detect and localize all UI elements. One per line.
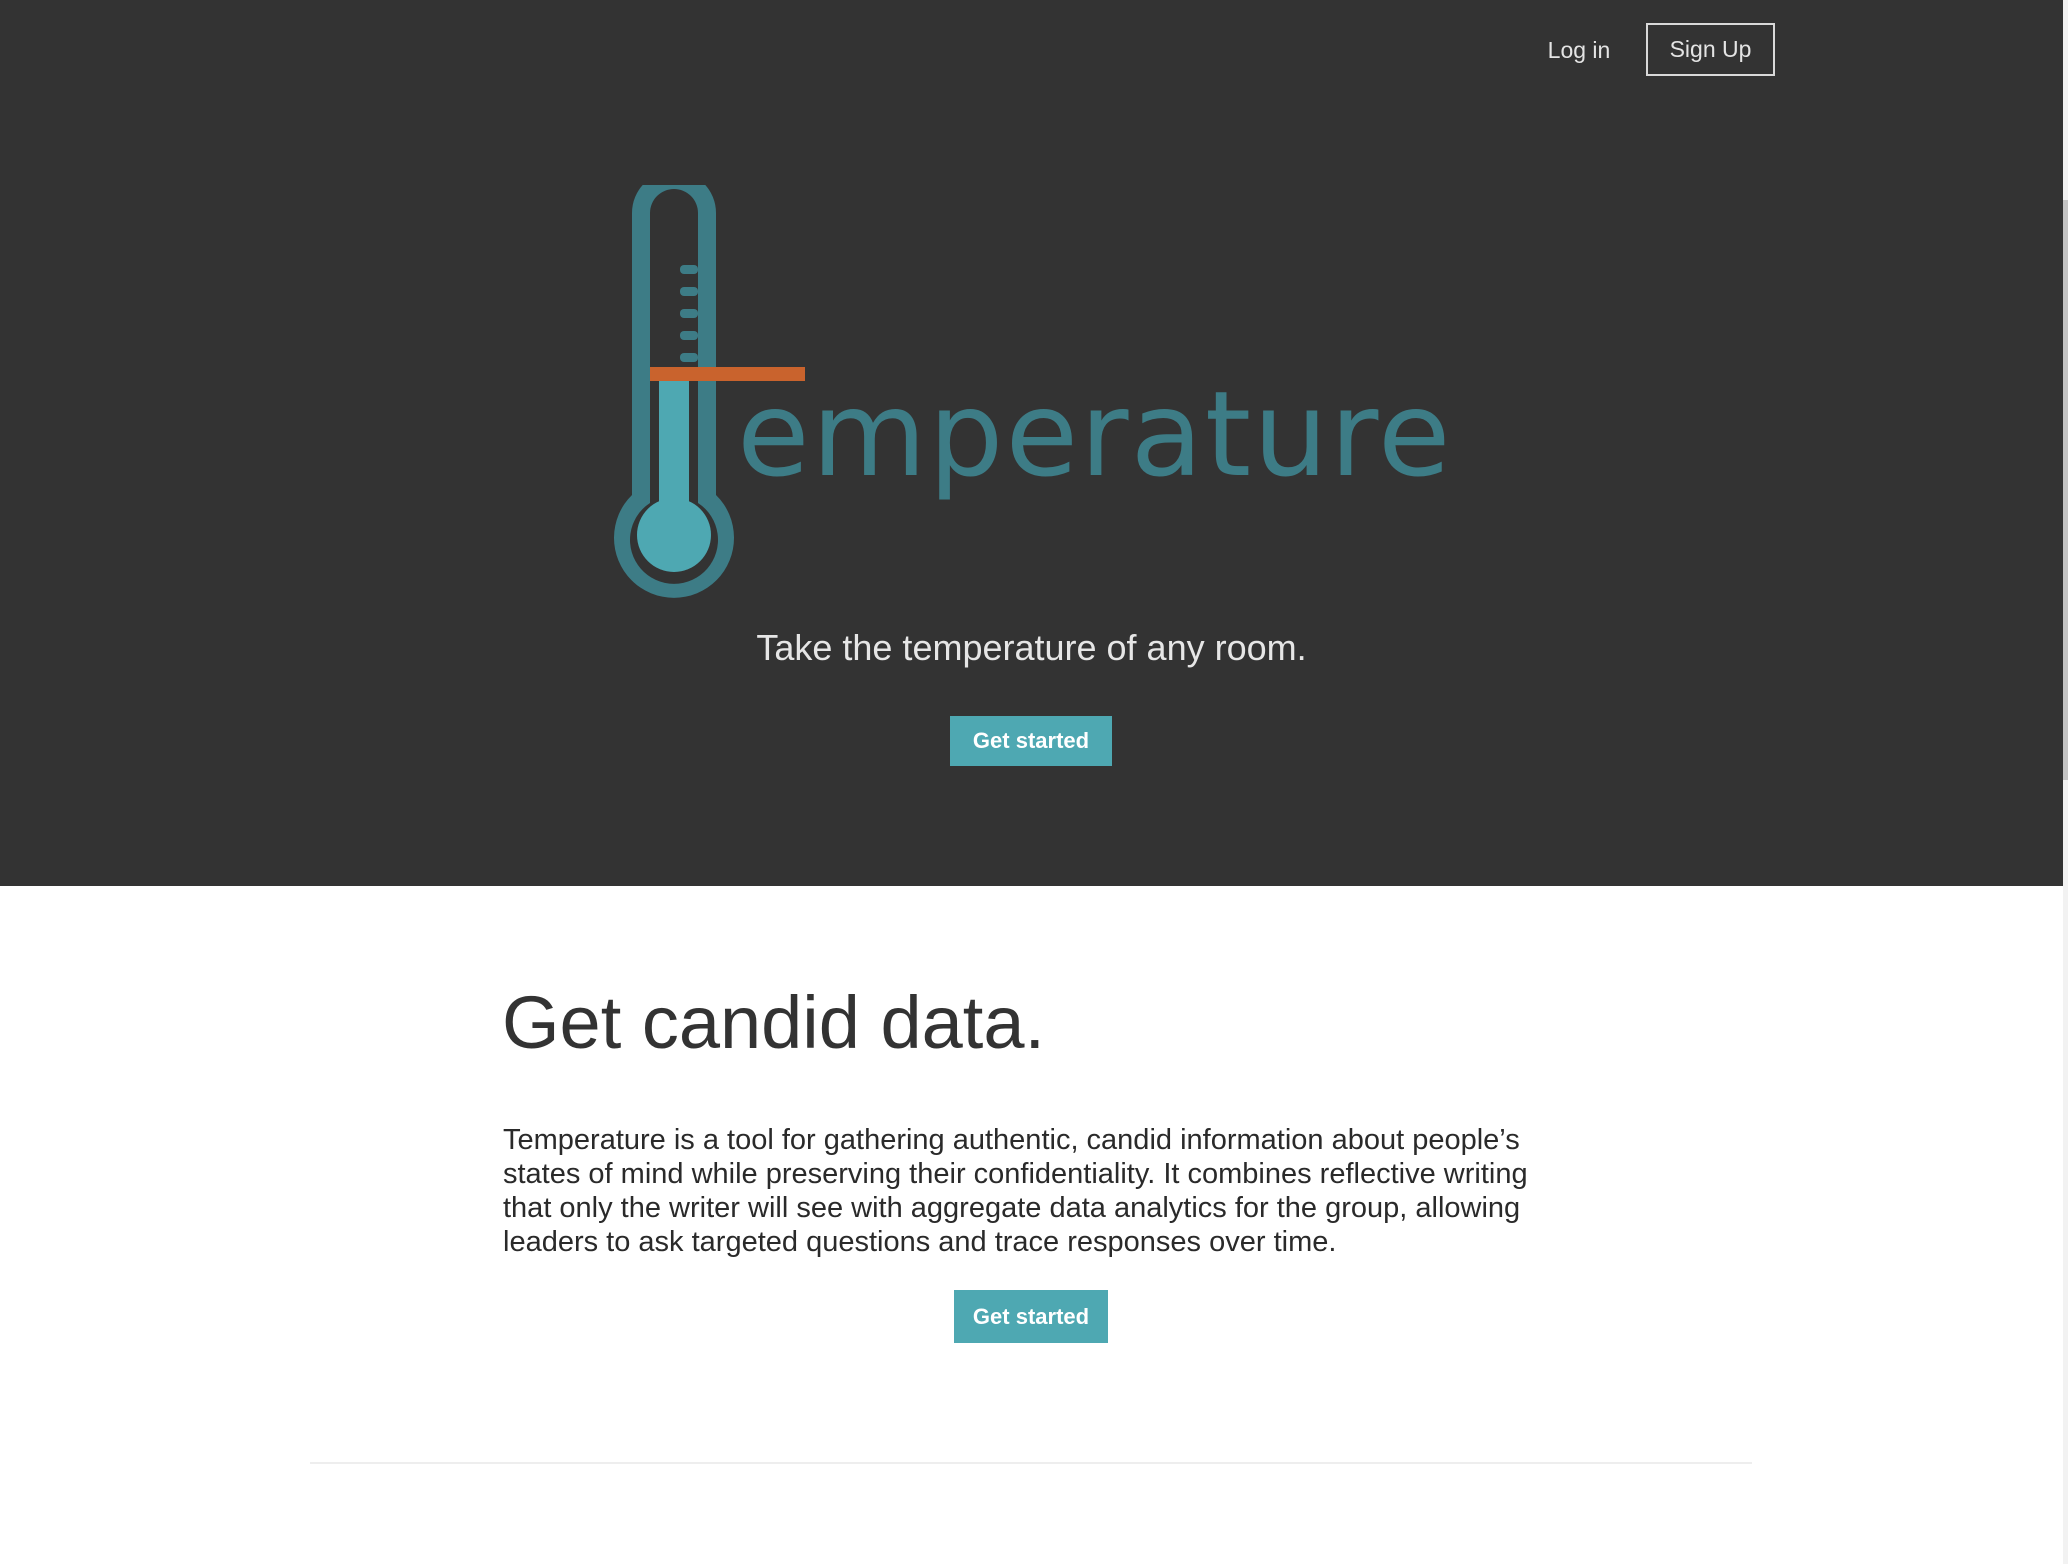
- get-started-button[interactable]: Get started: [950, 716, 1112, 766]
- signup-button[interactable]: Sign Up: [1646, 23, 1775, 76]
- section-divider: [310, 1462, 1752, 1464]
- get-started-button-secondary[interactable]: Get started: [954, 1290, 1108, 1343]
- logo-wordmark: emperature: [737, 365, 1453, 503]
- login-link[interactable]: Log in: [1530, 26, 1628, 74]
- section-description: Temperature is a tool for gathering auth…: [503, 1124, 1528, 1258]
- hero-tagline: Take the temperature of any room.: [756, 627, 1307, 668]
- hero-section: Log in Sign Up emperature Take the tempe…: [0, 0, 2063, 886]
- scrollbar-thumb[interactable]: [2063, 200, 2068, 780]
- section-title: Get candid data.: [502, 981, 1046, 1064]
